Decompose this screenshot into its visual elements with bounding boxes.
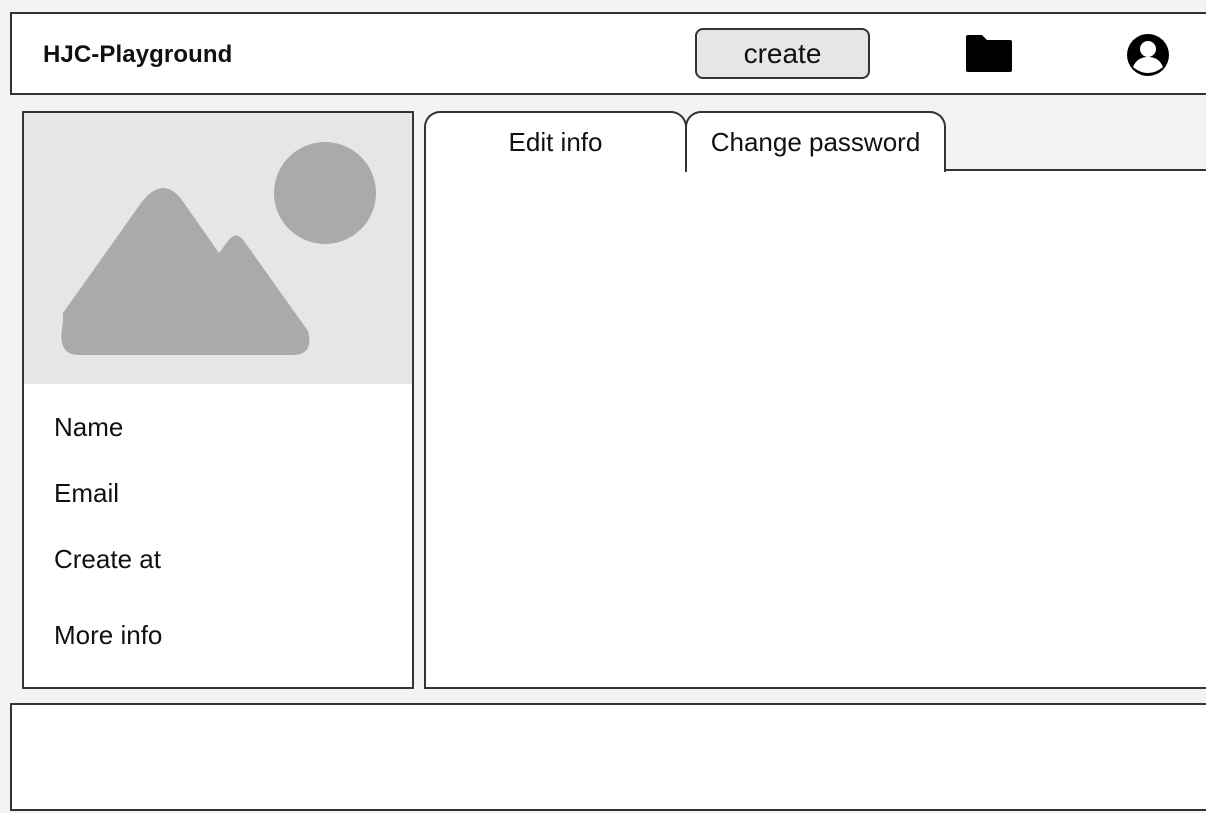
folder-icon[interactable]: [964, 33, 1014, 73]
user-circle-icon[interactable]: [1125, 32, 1171, 78]
created-at-label: Create at: [54, 544, 161, 574]
app-title: HJC-Playground: [43, 41, 233, 68]
top-header: HJC-Playground create: [10, 12, 1206, 95]
more-info-label: More info: [54, 620, 163, 650]
name-label: Name: [54, 412, 124, 442]
tab-edit-info[interactable]: Edit info: [424, 111, 687, 172]
tabs-panel: Edit info Change password: [424, 111, 1206, 689]
email-label: Email: [54, 478, 120, 508]
tab-content-area: [424, 169, 1206, 689]
tab-change-password[interactable]: Change password: [685, 111, 946, 172]
footer: [10, 703, 1206, 811]
profile-card: Name Email Create at More info: [22, 111, 414, 689]
profile-image-placeholder: [24, 113, 412, 384]
image-placeholder-icon: [61, 142, 376, 355]
profile-info-list: Name Email Create at More info: [54, 411, 162, 685]
create-button[interactable]: create: [695, 28, 870, 79]
